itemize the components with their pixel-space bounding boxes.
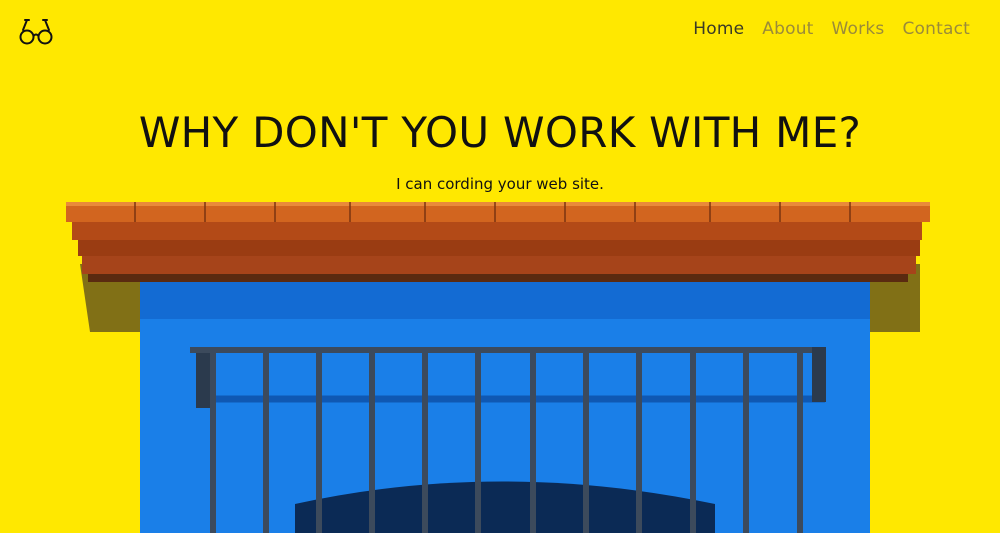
glasses-icon[interactable] [18, 16, 54, 48]
page: Home About Works Contact WHY DON'T YOU W… [0, 0, 1000, 533]
main-nav: Home About Works Contact [693, 19, 970, 39]
hero-headline: WHY DON'T YOU WORK WITH ME? [138, 108, 862, 157]
nav-item-home[interactable]: Home [693, 19, 744, 39]
nav-item-contact[interactable]: Contact [902, 19, 970, 39]
nav-item-about[interactable]: About [762, 19, 813, 39]
nav-item-works[interactable]: Works [832, 19, 885, 39]
hero-subheadline: I can cording your web site. [396, 175, 604, 193]
site-header: Home About Works Contact [0, 0, 1000, 64]
